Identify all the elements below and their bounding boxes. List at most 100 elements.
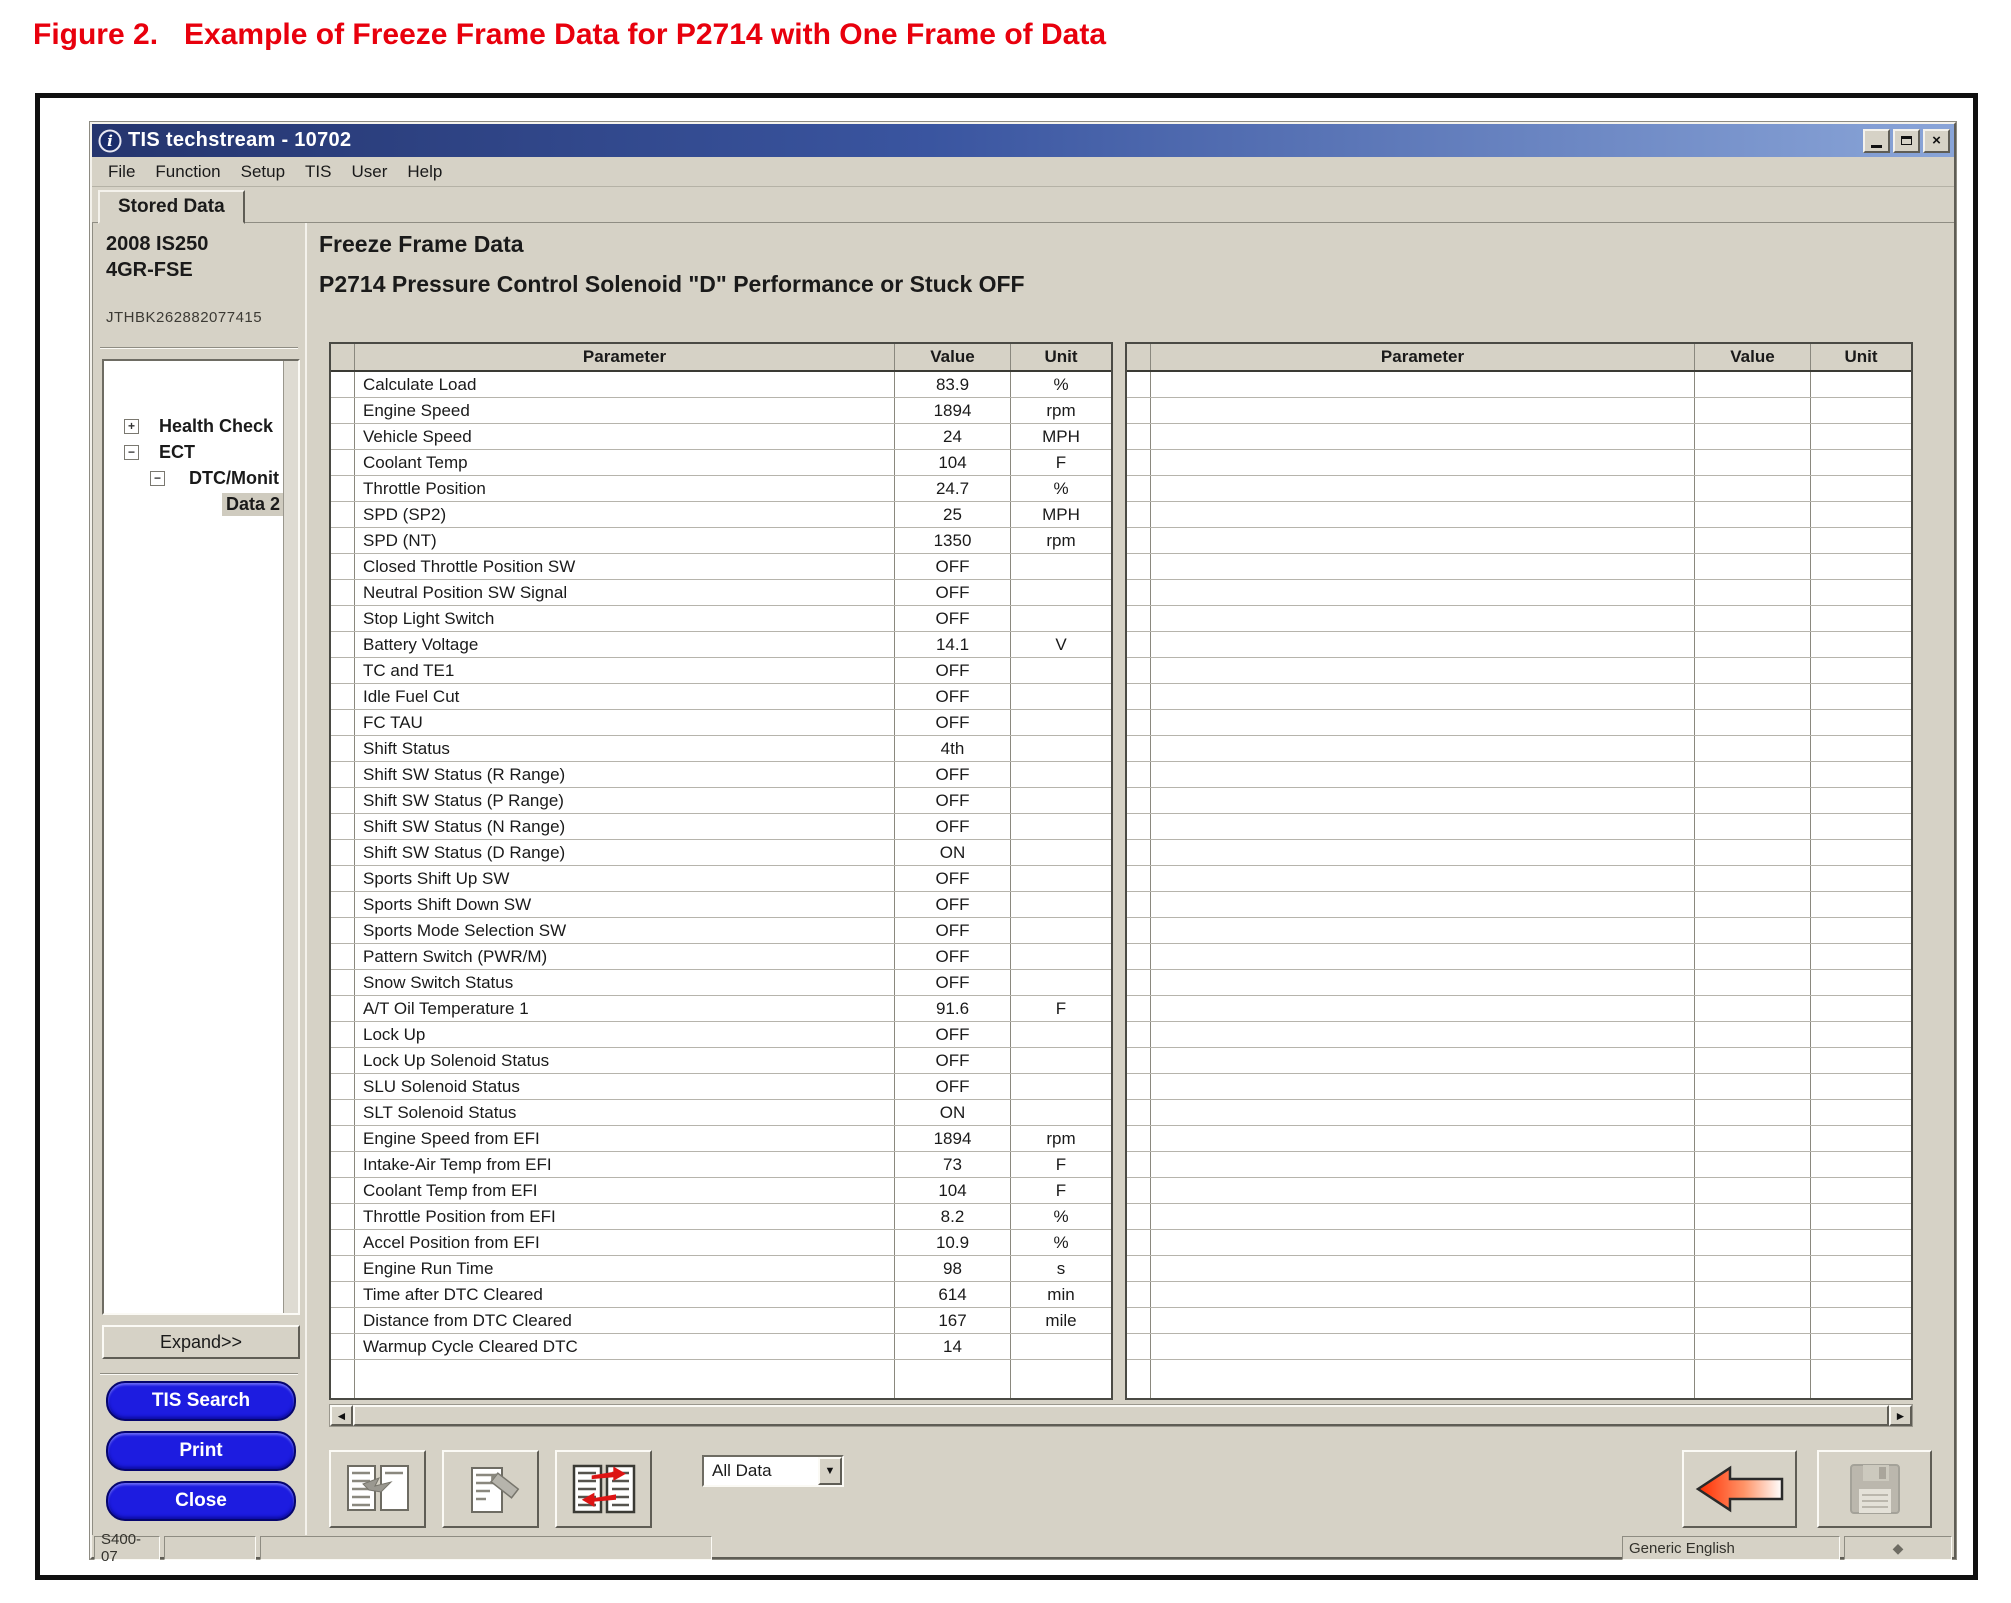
tab-stored-data[interactable]: Stored Data (98, 190, 245, 224)
table-row[interactable] (1127, 892, 1911, 918)
table-row[interactable]: Battery Voltage14.1V (331, 632, 1111, 658)
table-row[interactable] (1127, 1204, 1911, 1230)
collapse-node-icon[interactable]: − (124, 445, 139, 460)
table-row[interactable] (1127, 528, 1911, 554)
tree-item-ect[interactable]: −ECT (104, 439, 298, 465)
tree-item-health-check[interactable]: +Health Check (104, 413, 298, 439)
data-filter-dropdown[interactable]: All Data ▼ (702, 1455, 844, 1487)
table-row[interactable]: SLT Solenoid StatusON (331, 1100, 1111, 1126)
menu-help[interactable]: Help (399, 159, 454, 185)
table-row[interactable]: Sports Shift Up SWOFF (331, 866, 1111, 892)
close-button[interactable]: × (1923, 129, 1950, 153)
table-row[interactable]: Shift SW Status (P Range)OFF (331, 788, 1111, 814)
scrollbar-thumb[interactable] (353, 1405, 1889, 1426)
table-row[interactable] (1127, 632, 1911, 658)
restore-button[interactable] (1893, 129, 1920, 153)
table-row[interactable]: Shift SW Status (R Range)OFF (331, 762, 1111, 788)
table-row[interactable] (1127, 1256, 1911, 1282)
table-row[interactable] (1127, 1100, 1911, 1126)
table-row[interactable] (1127, 606, 1911, 632)
table-row[interactable] (1127, 1230, 1911, 1256)
collapse-node-icon[interactable]: − (150, 471, 165, 486)
table-row[interactable]: Intake-Air Temp from EFI73F (331, 1152, 1111, 1178)
table-row[interactable] (1127, 658, 1911, 684)
table-row[interactable]: Accel Position from EFI10.9% (331, 1230, 1111, 1256)
table-row[interactable] (1127, 1048, 1911, 1074)
table-row[interactable]: Throttle Position from EFI8.2% (331, 1204, 1111, 1230)
print-button[interactable]: Print (106, 1431, 296, 1471)
compare-data-button[interactable] (329, 1450, 426, 1528)
table-row[interactable]: Engine Run Time98s (331, 1256, 1111, 1282)
close-button[interactable]: Close (106, 1481, 296, 1521)
table-row[interactable] (1127, 450, 1911, 476)
menu-function[interactable]: Function (147, 159, 232, 185)
table-row[interactable]: Calculate Load83.9% (331, 372, 1111, 398)
table-row[interactable] (1127, 476, 1911, 502)
scroll-left-icon[interactable]: ◄ (330, 1405, 353, 1426)
table-row[interactable] (1127, 996, 1911, 1022)
record-data-button[interactable] (442, 1450, 539, 1528)
table-row[interactable]: SPD (NT)1350rpm (331, 528, 1111, 554)
table-row[interactable] (1127, 398, 1911, 424)
table-row[interactable]: Shift SW Status (D Range)ON (331, 840, 1111, 866)
table-row[interactable] (1127, 710, 1911, 736)
table-row[interactable]: Coolant Temp from EFI104F (331, 1178, 1111, 1204)
table-row[interactable]: Warmup Cycle Cleared DTC14 (331, 1334, 1111, 1360)
table-row[interactable]: TC and TE1OFF (331, 658, 1111, 684)
table-row[interactable]: Closed Throttle Position SWOFF (331, 554, 1111, 580)
table-row[interactable]: SLU Solenoid StatusOFF (331, 1074, 1111, 1100)
table-row[interactable] (1127, 736, 1911, 762)
table-row[interactable] (1127, 1152, 1911, 1178)
table-row[interactable] (1127, 1178, 1911, 1204)
table-row[interactable] (1127, 1282, 1911, 1308)
tree-item-dtc-monit[interactable]: −DTC/Monit (104, 465, 298, 491)
table-row[interactable] (1127, 944, 1911, 970)
table-row[interactable]: Shift Status4th (331, 736, 1111, 762)
table-row[interactable] (1127, 840, 1911, 866)
table-row[interactable]: Vehicle Speed24MPH (331, 424, 1111, 450)
table-row[interactable]: Engine Speed1894rpm (331, 398, 1111, 424)
table-row[interactable]: Stop Light SwitchOFF (331, 606, 1111, 632)
table-row[interactable]: Engine Speed from EFI1894rpm (331, 1126, 1111, 1152)
menu-tis[interactable]: TIS (297, 159, 343, 185)
table-row[interactable]: Lock Up Solenoid StatusOFF (331, 1048, 1111, 1074)
table-row[interactable]: Snow Switch StatusOFF (331, 970, 1111, 996)
table-row[interactable]: A/T Oil Temperature 191.6F (331, 996, 1111, 1022)
table-row[interactable] (1127, 918, 1911, 944)
menu-user[interactable]: User (344, 159, 400, 185)
back-button[interactable] (1682, 1450, 1797, 1528)
table-row[interactable] (1127, 1022, 1911, 1048)
table-row[interactable] (1127, 814, 1911, 840)
refresh-data-button[interactable] (555, 1450, 652, 1528)
table-row[interactable] (1127, 502, 1911, 528)
table-row[interactable] (1127, 866, 1911, 892)
table-row[interactable]: Neutral Position SW SignalOFF (331, 580, 1111, 606)
menu-setup[interactable]: Setup (233, 159, 297, 185)
table-row[interactable] (1127, 1126, 1911, 1152)
minimize-button[interactable] (1863, 129, 1890, 153)
table-row[interactable] (1127, 372, 1911, 398)
table-row[interactable]: Idle Fuel CutOFF (331, 684, 1111, 710)
table-row[interactable]: FC TAUOFF (331, 710, 1111, 736)
table-row[interactable]: Coolant Temp104F (331, 450, 1111, 476)
table-row[interactable]: Sports Mode Selection SWOFF (331, 918, 1111, 944)
table-row[interactable] (1127, 554, 1911, 580)
table-row[interactable] (1127, 762, 1911, 788)
table-row[interactable]: Pattern Switch (PWR/M)OFF (331, 944, 1111, 970)
table-row[interactable] (1127, 580, 1911, 606)
table-row[interactable]: Lock UpOFF (331, 1022, 1111, 1048)
table-row[interactable]: Time after DTC Cleared614min (331, 1282, 1111, 1308)
table-row[interactable]: Shift SW Status (N Range)OFF (331, 814, 1111, 840)
chevron-down-icon[interactable]: ▼ (818, 1457, 842, 1485)
table-row[interactable] (1127, 1334, 1911, 1360)
table-row[interactable] (1127, 1308, 1911, 1334)
tree-item-data-2[interactable]: Data 2 (104, 491, 298, 517)
table-row[interactable]: Sports Shift Down SWOFF (331, 892, 1111, 918)
table-row[interactable] (1127, 970, 1911, 996)
table-row[interactable] (1127, 1074, 1911, 1100)
table-row[interactable]: Throttle Position24.7% (331, 476, 1111, 502)
table-row[interactable] (1127, 788, 1911, 814)
tis-search-button[interactable]: TIS Search (106, 1381, 296, 1421)
table-row[interactable]: SPD (SP2)25MPH (331, 502, 1111, 528)
save-button[interactable] (1817, 1450, 1932, 1528)
